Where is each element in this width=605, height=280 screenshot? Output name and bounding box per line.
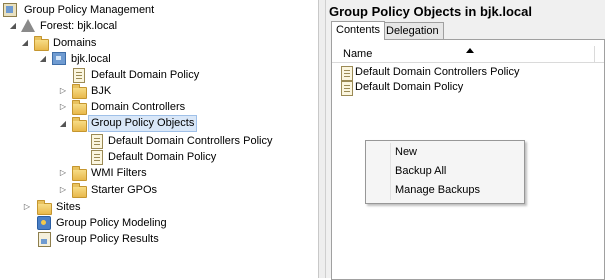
ou-folder-icon: [72, 100, 87, 115]
context-menu: New Backup All Manage Backups: [365, 140, 525, 204]
expanded-arrow-icon[interactable]: ◢: [58, 116, 68, 132]
tree-item-label: Starter GPOs: [91, 184, 158, 196]
menu-item-new[interactable]: New: [395, 143, 417, 161]
collapsed-arrow-icon[interactable]: ▷: [58, 83, 68, 99]
tree-item-label: Domain Controllers: [91, 101, 186, 113]
domain-icon: [52, 52, 66, 65]
details-title: Group Policy Objects in bjk.local: [329, 4, 532, 19]
folder-icon: [72, 117, 87, 132]
expanded-arrow-icon[interactable]: ◢: [20, 35, 30, 51]
tree-item-label: Group Policy Management: [24, 4, 155, 16]
ou-folder-icon: [72, 84, 87, 99]
console-tree: Group Policy Management ◢ Forest: bjk.lo…: [0, 0, 319, 278]
collapsed-arrow-icon[interactable]: ▷: [58, 165, 68, 181]
tree-item-label: bjk.local: [71, 53, 111, 65]
tab-contents[interactable]: Contents: [331, 21, 386, 40]
gpo-icon: [91, 150, 103, 165]
tree-item-label: Group Policy Modeling: [56, 217, 167, 229]
list-item-label: Default Domain Controllers Policy: [355, 66, 520, 78]
collapsed-arrow-icon[interactable]: ▷: [58, 99, 68, 115]
menu-icon-gutter: [390, 143, 391, 200]
tab-delegation[interactable]: Delegation: [381, 22, 444, 40]
column-divider[interactable]: [594, 46, 595, 62]
tree-item-label: Default Domain Policy: [91, 69, 200, 81]
tree-item-label: Group Policy Results: [56, 233, 159, 245]
tree-item-label: BJK: [91, 85, 112, 97]
tree-item-label: Default Domain Controllers Policy: [108, 135, 273, 147]
tree-item-label: Group Policy Objects: [88, 115, 198, 132]
expanded-arrow-icon[interactable]: ◢: [8, 18, 18, 34]
gpo-link-icon: [73, 68, 85, 83]
gpo-icon: [341, 81, 353, 96]
tree-item-label: Sites: [56, 201, 81, 213]
modeling-icon: [37, 216, 51, 230]
menu-item-backup-all[interactable]: Backup All: [395, 162, 446, 180]
gpo-icon: [341, 66, 353, 81]
collapsed-arrow-icon[interactable]: ▷: [22, 199, 32, 215]
folder-icon: [34, 36, 49, 51]
expanded-arrow-icon[interactable]: ◢: [38, 51, 48, 67]
column-header-name[interactable]: Name: [332, 46, 604, 63]
menu-item-manage-backups[interactable]: Manage Backups: [395, 181, 480, 199]
column-header-label: Name: [343, 48, 373, 60]
gpo-icon: [91, 134, 103, 149]
tree-item-label: Forest: bjk.local: [40, 20, 118, 32]
list-item-label: Default Domain Policy: [355, 81, 464, 93]
forest-icon: [21, 19, 35, 32]
gpm-icon: [3, 3, 17, 17]
pane-splitter[interactable]: [319, 0, 326, 278]
sort-ascending-icon: [466, 48, 474, 53]
folder-icon: [72, 166, 87, 181]
results-icon: [38, 232, 51, 247]
tree-item-label: Default Domain Policy: [108, 151, 217, 163]
tree-item-label: WMI Filters: [91, 167, 147, 179]
details-pane: Group Policy Objects in bjk.local Conten…: [326, 0, 605, 280]
sites-icon: [37, 200, 52, 215]
tree-item-label: Domains: [53, 37, 97, 49]
folder-icon: [72, 183, 87, 198]
collapsed-arrow-icon[interactable]: ▷: [58, 182, 68, 198]
